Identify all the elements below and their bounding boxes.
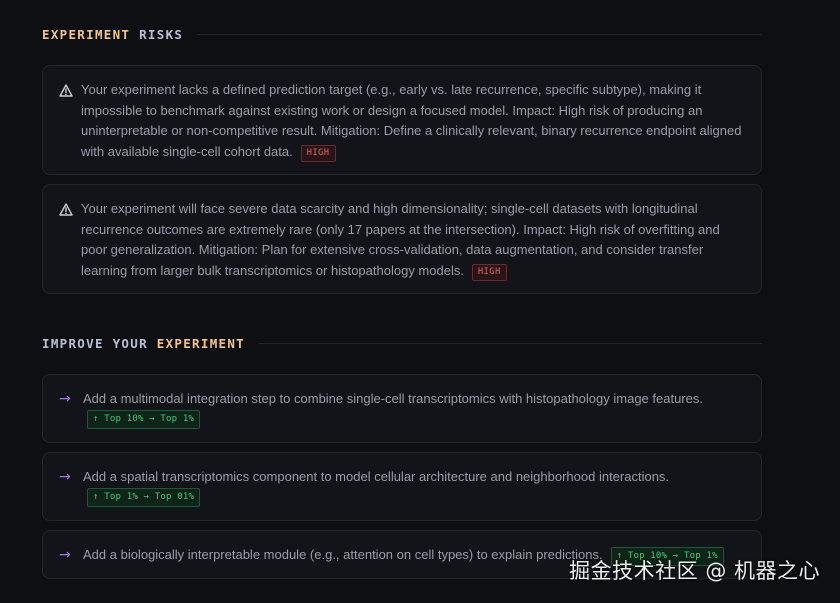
warning-icon	[59, 203, 73, 216]
improve-section-header: IMPROVE YOUR EXPERIMENT	[42, 336, 762, 351]
risk-description: Your experiment lacks a defined predicti…	[81, 80, 747, 163]
section-divider	[259, 343, 762, 344]
improvement-text: Add a multimodal integration step to com…	[83, 391, 703, 406]
improve-title-plain-2: YOUR	[112, 336, 148, 351]
warning-icon	[59, 84, 73, 97]
improvement-card: → Add a multimodal integration step to c…	[42, 374, 762, 443]
improvement-text: Add a biologically interpretable module …	[83, 547, 603, 562]
arrow-right-icon: →	[59, 547, 71, 563]
improve-title-plain-1: IMPROVE	[42, 336, 104, 351]
percentile-badge: ↑ Top 1% → Top 01%	[87, 488, 201, 507]
arrow-right-icon: →	[59, 391, 71, 407]
improvement-card: → Add a spatial transcriptomics componen…	[42, 452, 762, 521]
risk-text: Your experiment will face severe data sc…	[81, 201, 720, 279]
arrow-right-icon: →	[59, 469, 71, 485]
risks-title-accent: EXPERIMENT	[42, 27, 131, 42]
watermark: 掘金技术社区 @ 机器之心	[569, 559, 820, 583]
severity-badge: HIGH	[300, 145, 336, 163]
percentile-badge: ↑ Top 10% → Top 1%	[87, 410, 201, 429]
risk-card: Your experiment lacks a defined predicti…	[42, 65, 762, 175]
risks-title-plain: RISKS	[139, 27, 184, 42]
improve-title-accent: EXPERIMENT	[156, 336, 246, 351]
improvement-text: Add a spatial transcriptomics component …	[83, 469, 670, 484]
risks-section-header: EXPERIMENT RISKS	[42, 27, 762, 42]
section-divider	[197, 34, 762, 35]
severity-badge: HIGH	[471, 264, 507, 282]
risk-description: Your experiment will face severe data sc…	[81, 199, 747, 282]
risk-text: Your experiment lacks a defined predicti…	[81, 82, 742, 160]
risk-card: Your experiment will face severe data sc…	[42, 184, 762, 294]
